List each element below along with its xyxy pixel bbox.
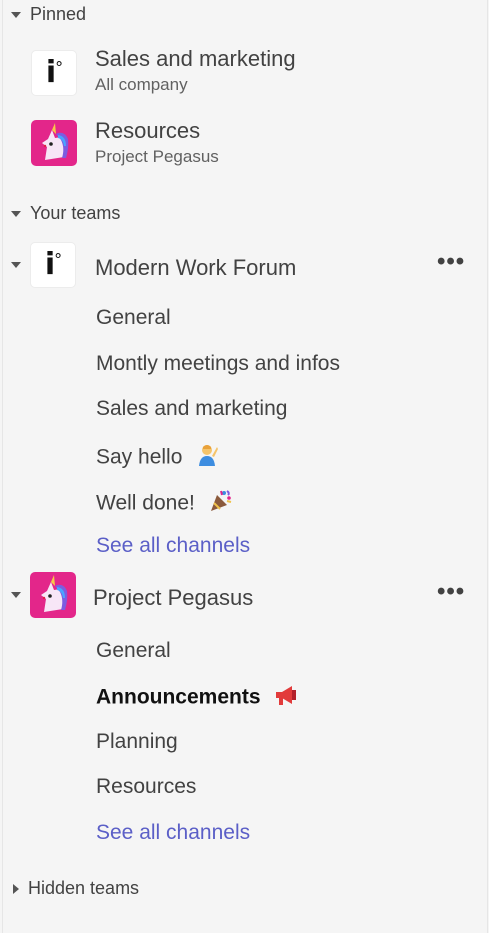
section-label: Pinned [30, 4, 87, 24]
channel-well-done[interactable]: Well done! [96, 489, 233, 519]
teams-sidebar: Pinned i° Sales and marketing All compan… [2, 0, 488, 933]
more-options-icon[interactable]: ••• [437, 248, 465, 276]
caret-right-icon [13, 883, 19, 894]
pinned-item-resources[interactable]: Resources Project Pegasus [31, 118, 471, 172]
channel-announcements[interactable]: Announcements [96, 684, 298, 712]
person-waving-icon [196, 443, 219, 473]
section-label: Hidden teams [28, 878, 140, 898]
channel-resources[interactable]: Resources [96, 775, 196, 799]
channel-label: Say hello [96, 445, 183, 469]
channel-general[interactable]: General [96, 306, 171, 330]
team-collapse-caret-icon[interactable] [11, 592, 21, 598]
pinned-item-subtitle: All company [95, 75, 188, 94]
channel-label: Announcements [96, 685, 261, 709]
caret-down-icon [11, 210, 21, 217]
pinned-item-name: Resources [95, 118, 201, 143]
team-project-pegasus[interactable]: Project Pegasus ••• [11, 572, 481, 620]
pinned-item-name: Sales and marketing [95, 46, 296, 71]
channel-say-hello[interactable]: Say hello [96, 443, 219, 473]
section-label: Your teams [30, 203, 121, 223]
hidden-teams-section-header[interactable]: Hidden teams [11, 878, 139, 899]
unicorn-icon [30, 572, 76, 618]
channel-label: Well done! [96, 491, 195, 515]
channel-montly-meetings[interactable]: Montly meetings and infos [96, 352, 340, 376]
io-logo: i° [30, 242, 76, 288]
party-popper-icon [209, 489, 233, 519]
pinned-item-sales-and-marketing[interactable]: i° Sales and marketing All company [31, 46, 471, 100]
see-all-channels-link[interactable]: See all channels [96, 534, 250, 558]
see-all-channels-link[interactable]: See all channels [96, 821, 250, 845]
channel-general[interactable]: General [96, 639, 171, 663]
channel-sales-and-marketing[interactable]: Sales and marketing [96, 397, 287, 421]
pinned-item-subtitle: Project Pegasus [95, 147, 219, 166]
channel-planning[interactable]: Planning [96, 730, 178, 754]
team-name: Modern Work Forum [95, 255, 297, 280]
megaphone-icon [274, 684, 298, 712]
more-options-icon[interactable]: ••• [437, 578, 465, 606]
io-logo: i° [31, 50, 77, 96]
team-modern-work-forum[interactable]: i° Modern Work Forum ••• [11, 242, 481, 290]
caret-down-icon [11, 11, 21, 18]
unicorn-icon [31, 120, 77, 166]
pinned-section-header[interactable]: Pinned [11, 4, 86, 25]
your-teams-section-header[interactable]: Your teams [11, 203, 120, 224]
team-collapse-caret-icon[interactable] [11, 262, 21, 268]
team-name: Project Pegasus [93, 585, 254, 610]
